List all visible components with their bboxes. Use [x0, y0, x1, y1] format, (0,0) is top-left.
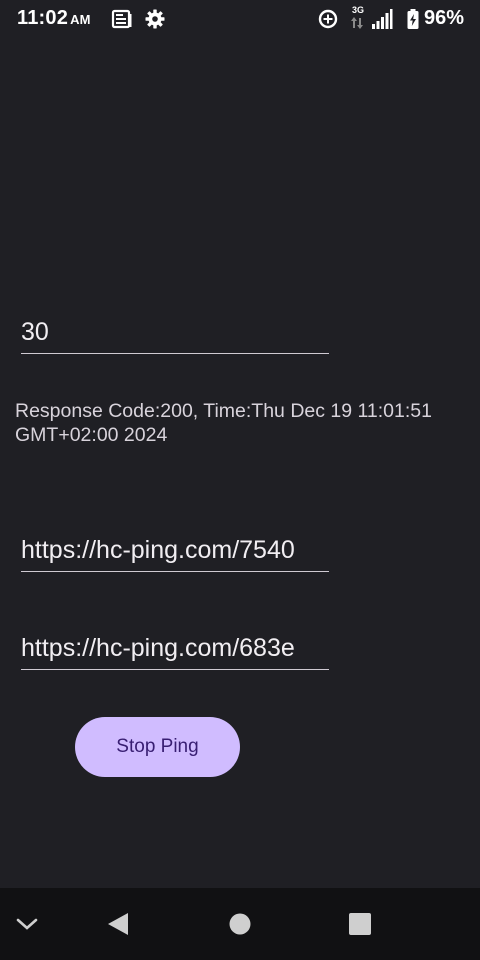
battery-percent: 96% [423, 7, 464, 29]
ping-url-input-2[interactable]: https://hc-ping.com/683e [21, 629, 329, 670]
recents-icon[interactable] [346, 910, 374, 938]
status-time-ampm: AM [70, 12, 91, 27]
navigation-bar [0, 888, 480, 960]
stop-ping-button[interactable]: Stop Ping [75, 717, 240, 777]
battery-charging-icon [407, 9, 419, 29]
interval-input[interactable]: 30 [21, 313, 329, 354]
status-time: 11:02 AM [17, 7, 91, 30]
status-time-value: 11:02 [17, 7, 69, 29]
ping-url-input-2-value: https://hc-ping.com/683e [21, 634, 295, 662]
signal-icon [372, 9, 393, 29]
settings-gear-icon [145, 9, 165, 29]
interval-input-value: 30 [21, 318, 49, 346]
back-icon[interactable] [104, 910, 132, 938]
home-icon[interactable] [226, 910, 254, 938]
collapse-chevron-icon[interactable] [13, 910, 41, 938]
status-bar: 11:02 AM 3G 96% [0, 0, 480, 38]
network-arrows-icon [351, 17, 363, 29]
data-saver-icon [318, 9, 338, 29]
news-icon [111, 9, 132, 29]
ping-url-input-1[interactable]: https://hc-ping.com/7540 [21, 531, 329, 572]
response-status-text: Response Code:200, Time:Thu Dec 19 11:01… [15, 400, 432, 446]
app-screen: 11:02 AM 3G 96% 30 Response Code:200, Ti… [0, 0, 480, 960]
network-label: 3G [352, 5, 365, 15]
ping-url-input-1-value: https://hc-ping.com/7540 [21, 536, 295, 564]
